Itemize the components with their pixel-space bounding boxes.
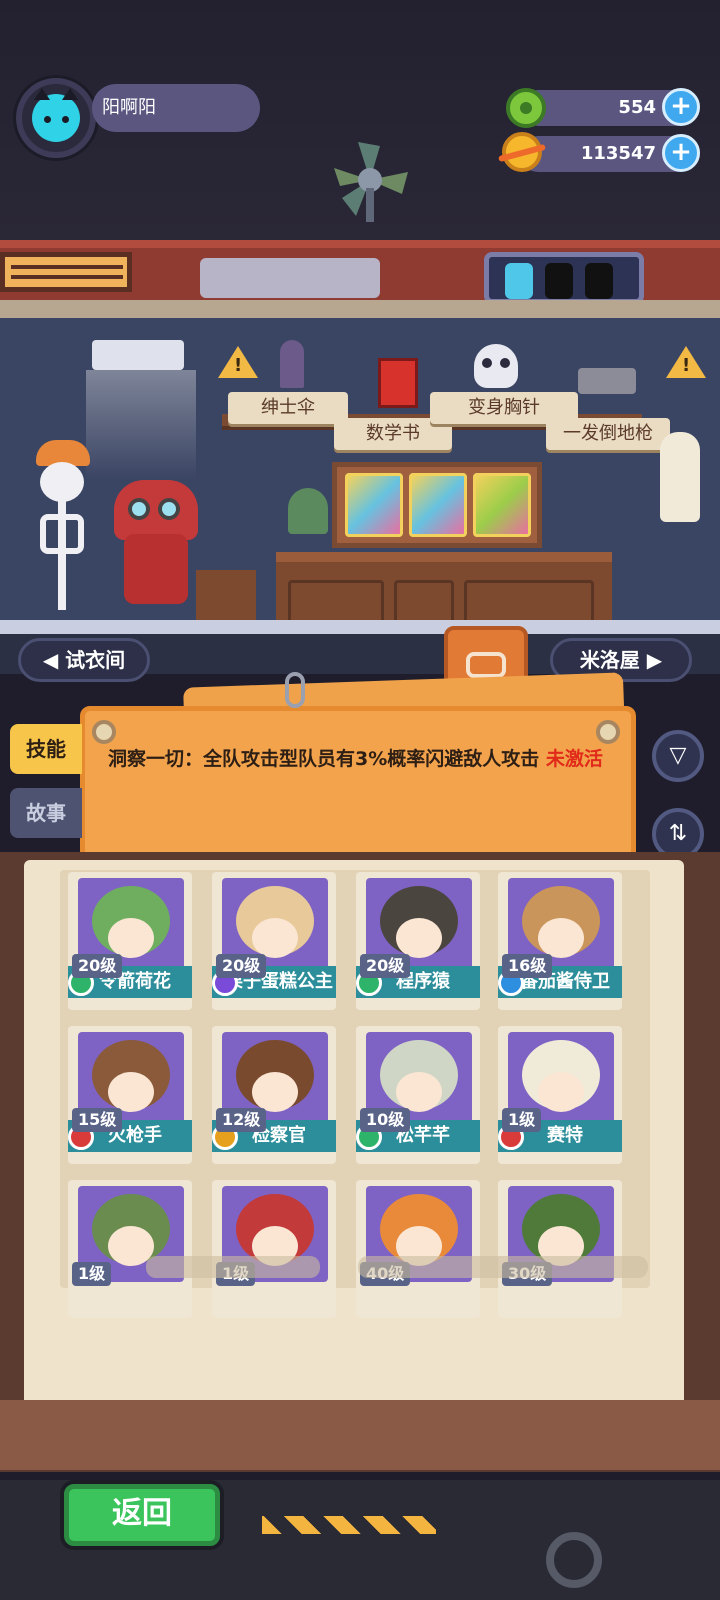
book-spine <box>0 1400 720 1470</box>
skill-description: 洞察一切：全队攻击型队员有3%概率闪避敌人攻击 未激活 <box>108 744 608 774</box>
skill-text: 洞察一切：全队攻击型队员有3%概率闪避敌人攻击 <box>108 748 540 770</box>
small-table <box>196 570 256 622</box>
wall-lamp-icon <box>92 340 184 370</box>
skull-brooch-icon[interactable] <box>474 344 518 388</box>
character-card[interactable]: 40级 <box>356 1180 480 1318</box>
gear-icon <box>546 1532 602 1588</box>
filter-button[interactable]: ▽ <box>652 730 704 782</box>
milo-room-label: 米洛屋 <box>579 648 640 672</box>
skill-panel <box>80 706 636 866</box>
character-level: 20级 <box>360 954 411 978</box>
character-level: 20级 <box>72 954 123 978</box>
character-card[interactable]: 30级 <box>498 1180 622 1318</box>
character-card[interactable]: 赛特 1级 <box>498 1026 622 1164</box>
character-level: 16级 <box>502 954 553 978</box>
paper-clip-icon <box>285 672 305 708</box>
filter-icon: ▽ <box>669 743 687 768</box>
portrait-red-creature <box>345 473 403 537</box>
coin-planet-icon <box>498 132 546 172</box>
revolver-icon[interactable] <box>578 368 636 394</box>
cat-face-icon <box>32 88 80 142</box>
lamp-light <box>86 370 196 480</box>
pin-left-icon <box>92 720 116 744</box>
hazard-stripe <box>262 1516 436 1534</box>
portrait-white-bunny <box>409 473 467 537</box>
character-card[interactable]: 程序猿 20级 <box>356 872 480 1010</box>
character-level: 10级 <box>360 1108 411 1132</box>
character-level: 1级 <box>502 1108 542 1132</box>
plant-icon <box>288 488 328 534</box>
charged-battery-icon <box>505 263 533 299</box>
warning-icon-left: ! <box>218 346 258 378</box>
player-name: 阳啊阳 <box>92 84 260 132</box>
add-gems-button[interactable]: + <box>662 88 700 126</box>
portrait-frame <box>332 462 542 548</box>
back-button[interactable]: 返回 <box>64 1484 220 1546</box>
player-avatar[interactable] <box>16 78 96 158</box>
gem-icon <box>506 88 546 128</box>
character-card[interactable]: 1级 <box>68 1180 192 1318</box>
math-book-icon[interactable] <box>378 358 418 408</box>
dressing-room-button[interactable]: ◀ 试衣间 <box>18 638 150 682</box>
character-level: 1级 <box>72 1262 112 1286</box>
character-card[interactable]: 番茄酱侍卫 16级 <box>498 872 622 1010</box>
item-label-umbrella: 绅士伞 <box>228 392 348 424</box>
character-card[interactable]: 松芊芊 10级 <box>356 1026 480 1164</box>
tab-story[interactable]: 故事 <box>10 788 82 838</box>
character-level: 12级 <box>216 1108 267 1132</box>
arrow-left-icon: ◀ <box>42 648 59 672</box>
item-label-gun: 一发倒地枪 <box>546 418 670 450</box>
vent-panel <box>0 252 132 292</box>
character-card[interactable]: 1级 <box>212 1180 336 1318</box>
clothes-icon <box>466 652 506 678</box>
machine-grill <box>200 258 380 298</box>
pin-right-icon <box>596 720 620 744</box>
skeleton-figure <box>30 440 96 620</box>
umbrella-icon[interactable] <box>280 340 304 388</box>
character-level: 15级 <box>72 1108 123 1132</box>
battery-display <box>484 252 644 304</box>
ceiling-fan <box>328 138 412 222</box>
dressing-room-label: 试衣间 <box>65 648 126 672</box>
character-card[interactable]: 令箭荷花 20级 <box>68 872 192 1010</box>
skill-status: 未激活 <box>545 748 603 770</box>
character-level: 20级 <box>216 954 267 978</box>
arrow-right-icon: ▶ <box>646 648 663 672</box>
shelf-ledge <box>0 300 720 318</box>
tab-skill[interactable]: 技能 <box>10 724 82 774</box>
warning-icon-right: ! <box>666 346 706 378</box>
coat-rack-coat <box>660 432 700 522</box>
room-floor <box>0 620 720 634</box>
character-card[interactable]: 检察官 12级 <box>212 1026 336 1164</box>
player-character[interactable] <box>104 480 204 610</box>
portrait-green-creature <box>473 473 531 537</box>
character-card[interactable]: 栗子蛋糕公主 20级 <box>212 872 336 1010</box>
add-coins-button[interactable]: + <box>662 134 700 172</box>
character-card[interactable]: 火枪手 15级 <box>68 1026 192 1164</box>
sort-icon: ⇅ <box>668 821 688 846</box>
